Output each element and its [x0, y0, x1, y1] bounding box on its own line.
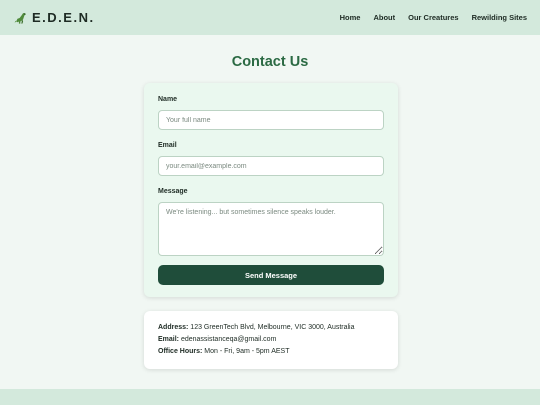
- email-line: Email: edenassistanceqa@gmail.com: [158, 334, 384, 346]
- address-key: Address:: [158, 324, 189, 331]
- office-hours-line: Office Hours: Mon - Fri, 9am - 5pm AEST: [158, 346, 384, 358]
- office-hours-key: Office Hours:: [158, 348, 203, 355]
- brand-name: E.D.E.N.: [32, 10, 95, 25]
- email-value: edenassistanceqa@gmail.com: [180, 336, 277, 343]
- address-line: Address: 123 GreenTech Blvd, Melbourne, …: [158, 322, 384, 334]
- message-label: Message: [158, 188, 188, 195]
- dinosaur-icon: [14, 12, 26, 24]
- contact-form: Name Email Message Send Message: [144, 83, 398, 297]
- nav-link-rewilding-sites[interactable]: Rewilding Sites: [472, 13, 527, 22]
- footer: [0, 389, 540, 405]
- name-label: Name: [158, 96, 178, 103]
- nav-link-home[interactable]: Home: [340, 13, 361, 22]
- address-value: 123 GreenTech Blvd, Melbourne, VIC 3000,…: [190, 324, 355, 331]
- office-hours-value: Mon - Fri, 9am - 5pm AEST: [204, 348, 290, 355]
- nav-link-our-creatures[interactable]: Our Creatures: [408, 13, 458, 22]
- main-nav: Home About Our Creatures Rewilding Sites: [340, 13, 527, 22]
- brand[interactable]: E.D.E.N.: [14, 10, 95, 25]
- page-title: Contact Us: [231, 54, 309, 70]
- name-input[interactable]: [158, 110, 384, 130]
- email-label: Email: [158, 142, 177, 149]
- send-message-button[interactable]: Send Message: [158, 265, 384, 285]
- nav-link-about[interactable]: About: [373, 13, 395, 22]
- contact-info-card: Address: 123 GreenTech Blvd, Melbourne, …: [144, 311, 398, 369]
- email-input[interactable]: [158, 156, 384, 176]
- top-navbar: E.D.E.N. Home About Our Creatures Rewild…: [0, 0, 540, 35]
- email-key: Email:: [158, 336, 180, 343]
- message-textarea[interactable]: [158, 202, 384, 256]
